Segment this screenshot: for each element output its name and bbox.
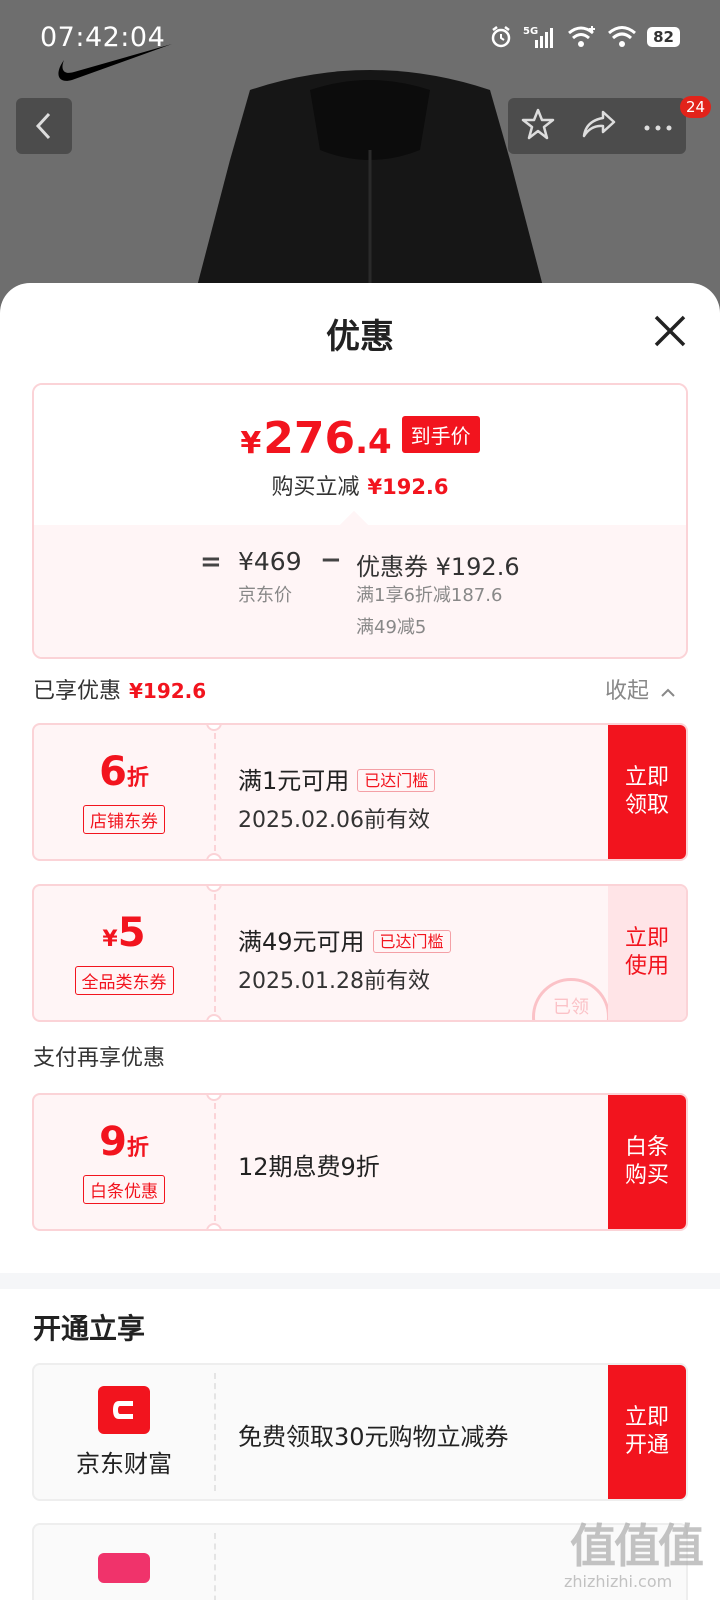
close-icon	[654, 315, 686, 347]
open-now-button[interactable]: 立即 开通	[608, 1365, 686, 1499]
back-button[interactable]	[16, 98, 72, 154]
discount-sheet: 优惠 ¥276.4 到手价 购买立减 ¥192.6 = ¥469 京东价 − 优惠…	[0, 283, 720, 1600]
chevron-left-icon	[35, 112, 51, 140]
pay-discount-label: 支付再享优惠	[33, 1046, 166, 1071]
section-divider	[0, 1273, 720, 1289]
wallet-icon	[113, 1400, 133, 1419]
coupon-type: 白条优惠	[83, 1175, 165, 1204]
coupon-value: ¥5	[102, 910, 146, 956]
more-button[interactable]	[643, 117, 673, 136]
watermark: 值值值 zhizhizhi.com	[564, 1519, 704, 1591]
final-price-tag: 到手价	[401, 416, 480, 453]
coupon-expiry: 2025.02.06前有效	[238, 808, 430, 833]
jd-finance-desc: 免费领取30元购物立减券	[238, 1423, 509, 1451]
price-breakdown: = ¥469 京东价 − 优惠券 ¥192.6 满1享6折减187.6 满49减…	[34, 510, 686, 657]
close-button[interactable]	[650, 311, 690, 351]
baitiao-buy-button[interactable]: 白条 购买	[608, 1095, 686, 1229]
jd-price: ¥469	[238, 547, 302, 576]
coupon-value: 6折	[99, 749, 149, 795]
share-icon	[582, 110, 616, 138]
coupon-condition: 满49元可用	[238, 928, 365, 956]
threshold-reached-tag: 已达门槛	[357, 769, 436, 792]
more-dots-icon	[644, 125, 672, 130]
wifi-icon	[607, 25, 637, 49]
wifi-plus-icon	[567, 25, 597, 49]
claimed-stamp: 已领	[532, 978, 610, 1020]
star-icon	[521, 108, 555, 140]
cellular-signal-icon: 5G	[523, 24, 557, 50]
svg-text:5G: 5G	[523, 26, 538, 37]
coupon-detail: 满1享6折减187.6	[356, 585, 503, 606]
service-logo	[98, 1553, 150, 1583]
use-coupon-button[interactable]: 立即 使用	[608, 886, 686, 1020]
minus-sign: −	[320, 545, 342, 575]
nike-logo	[58, 44, 172, 81]
enjoyed-discount: 已享优惠 ¥192.6	[33, 679, 207, 704]
instant-discount: 购买立减 ¥192.6	[271, 475, 449, 500]
threshold-reached-tag: 已达门槛	[372, 930, 451, 953]
coupon-value: 9折	[99, 1119, 149, 1165]
equals-sign: =	[200, 547, 222, 577]
chevron-up-icon	[661, 688, 675, 697]
alarm-icon	[489, 25, 513, 49]
coupon-card: ¥5 全品类东券 满49元可用 已达门槛 2025.01.28前有效 已领 立即使…	[32, 884, 688, 1022]
price-summary-card: ¥276.4 到手价 购买立减 ¥192.6 = ¥469 京东价 − 优惠券 ¥…	[32, 383, 688, 659]
collapse-button[interactable]: 收起	[605, 673, 676, 705]
coupon-condition: 满1元可用	[238, 767, 350, 795]
sheet-title: 优惠	[326, 317, 394, 357]
jd-finance-brand: 京东财富	[76, 1449, 172, 1478]
coupon-detail: 满49减5	[356, 617, 427, 638]
jd-finance-card: 京东财富 免费领取30元购物立减券 立即 开通	[32, 1363, 688, 1501]
coupon-type: 店铺东券	[83, 805, 165, 834]
favorite-button[interactable]	[521, 107, 555, 145]
open-section-title: 开通立享	[33, 1312, 146, 1345]
share-button[interactable]	[581, 109, 617, 143]
baitiao-discount-card: 9折 白条优惠 12期息费9折 白条 购买	[32, 1093, 688, 1231]
nav-actions	[508, 98, 686, 154]
claim-coupon-button[interactable]: 立即 领取	[608, 725, 686, 859]
coupon-total: 优惠券 ¥192.6	[356, 553, 520, 581]
coupon-type: 全品类东券	[74, 966, 174, 995]
final-price: ¥276.4	[240, 413, 392, 464]
coupon-card: 6折 店铺东券 满1元可用 已达门槛 2025.02.06前有效 立即 领取	[32, 723, 688, 861]
coupon-expiry: 2025.01.28前有效	[238, 969, 430, 994]
jd-finance-logo	[98, 1385, 150, 1434]
battery-indicator: 82	[647, 27, 680, 47]
message-badge: 24	[680, 96, 712, 118]
baitiao-desc: 12期息费9折	[238, 1153, 380, 1181]
jd-price-label: 京东价	[238, 585, 292, 606]
